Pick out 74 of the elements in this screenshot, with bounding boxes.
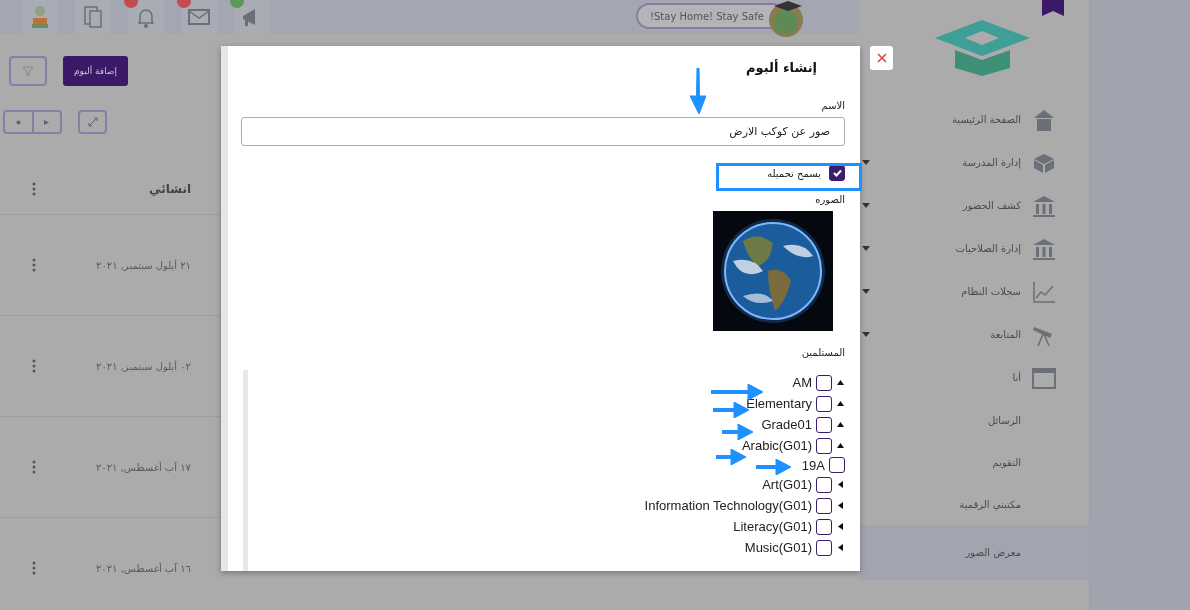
checkbox[interactable] xyxy=(816,416,832,433)
checkbox[interactable] xyxy=(816,476,832,493)
tree-item-label[interactable]: Art(G01) xyxy=(762,477,812,492)
kebab-icon[interactable] xyxy=(32,359,36,373)
field-label: الصوره xyxy=(815,194,845,205)
dot-icon xyxy=(15,119,21,125)
tree-item-label[interactable]: Music(G01) xyxy=(744,540,812,555)
arrow-icon xyxy=(756,459,791,475)
checkbox[interactable] xyxy=(816,539,832,556)
checkbox[interactable] xyxy=(816,437,832,454)
sidebar-item[interactable]: المتابعة xyxy=(860,313,1089,356)
tree-item-label[interactable]: Arabic(G01) xyxy=(741,438,812,453)
checkbox[interactable] xyxy=(816,374,832,391)
close-button[interactable] xyxy=(870,46,893,70)
table-cell: ٢١ أيلول سبتمبر, ٢٠٢١ xyxy=(96,259,191,271)
sidebar-item[interactable]: سجلات النظام xyxy=(860,270,1089,313)
kebab-icon[interactable] xyxy=(32,258,36,272)
kebab-icon[interactable] xyxy=(32,460,36,474)
sidebar-item[interactable]: الرسائل xyxy=(860,399,1089,441)
kebab-icon[interactable] xyxy=(32,181,36,196)
caret-down-icon[interactable] xyxy=(862,160,870,165)
column-header: انشائي xyxy=(149,181,191,196)
caret-down-icon[interactable] xyxy=(862,246,870,251)
checkbox[interactable] xyxy=(829,457,845,473)
caret-left-icon[interactable] xyxy=(837,502,844,509)
caret-left-icon[interactable] xyxy=(837,544,844,551)
dialog-title: إنشاء ألبوم xyxy=(746,60,817,78)
check-icon xyxy=(832,169,842,177)
sidebar-item[interactable]: معرض الصور xyxy=(860,525,1089,580)
caret-left-icon[interactable] xyxy=(837,523,844,530)
checkbox[interactable] xyxy=(816,395,832,412)
checkbox[interactable] xyxy=(816,497,832,514)
checkbox-label: يسمح تحميله xyxy=(767,167,821,179)
arrow-icon xyxy=(711,384,763,400)
sidebar-item[interactable]: كشف الحضور xyxy=(860,184,1089,227)
field-label: المستلمين xyxy=(801,347,845,358)
tree-item-label[interactable]: Grade01 xyxy=(761,417,812,432)
caret-down-icon[interactable] xyxy=(862,289,870,294)
tree-item-label[interactable]: 19A xyxy=(801,457,825,473)
expand-icon xyxy=(87,117,98,127)
add-album-button[interactable]: إضافة ألبوم xyxy=(63,56,128,86)
sidebar-item[interactable]: الصفحة الرئيسية xyxy=(860,98,1089,141)
sidebar-item[interactable]: إدارة المدرسة xyxy=(860,141,1089,184)
sidebar-item[interactable]: مكتبتي الرقمية xyxy=(860,483,1089,525)
sidebar-item[interactable]: إدارة الصلاحيات xyxy=(860,227,1089,270)
tree-item-label[interactable]: AM xyxy=(792,375,812,390)
arrow-icon xyxy=(690,68,706,114)
table-cell: ٠٢ أيلول سبتمبر, ٢٠٢١ xyxy=(96,360,191,372)
caret-up-icon[interactable] xyxy=(837,400,844,407)
name-field[interactable]: صور عن كوكب الارض xyxy=(241,117,845,146)
caret-up-icon[interactable] xyxy=(837,421,844,428)
filter-icon xyxy=(22,65,34,77)
sidebar-item[interactable]: أنا xyxy=(860,356,1089,399)
kebab-icon[interactable] xyxy=(32,561,36,575)
close-icon xyxy=(876,53,887,63)
caret-up-icon[interactable] xyxy=(837,379,844,386)
scrollbar[interactable] xyxy=(221,46,228,571)
caret-up-icon[interactable] xyxy=(837,442,844,449)
tree-item-label[interactable]: Information Technology(G01) xyxy=(644,498,812,513)
bookmark-icon xyxy=(1042,0,1064,16)
tree-item-label[interactable]: Elementary xyxy=(746,396,812,411)
caret-down-icon[interactable] xyxy=(862,332,870,337)
tree-item-label[interactable]: Literacy(G01) xyxy=(733,519,812,534)
table-cell: ١٧ آب أغسطس, ٢٠٢١ xyxy=(95,461,191,473)
arrow-icon xyxy=(722,424,753,440)
caret-down-icon[interactable] xyxy=(862,203,870,208)
table-cell: ١٦ آب أغسطس, ٢٠٢١ xyxy=(95,562,191,574)
mascot-icon xyxy=(766,0,806,38)
triangle-icon xyxy=(44,119,50,125)
caret-left-icon[interactable] xyxy=(837,481,844,488)
arrow-icon xyxy=(713,402,749,418)
checkbox[interactable] xyxy=(816,518,832,535)
sidebar-item[interactable]: التقويم xyxy=(860,441,1089,483)
field-label: الاسم xyxy=(821,100,845,111)
